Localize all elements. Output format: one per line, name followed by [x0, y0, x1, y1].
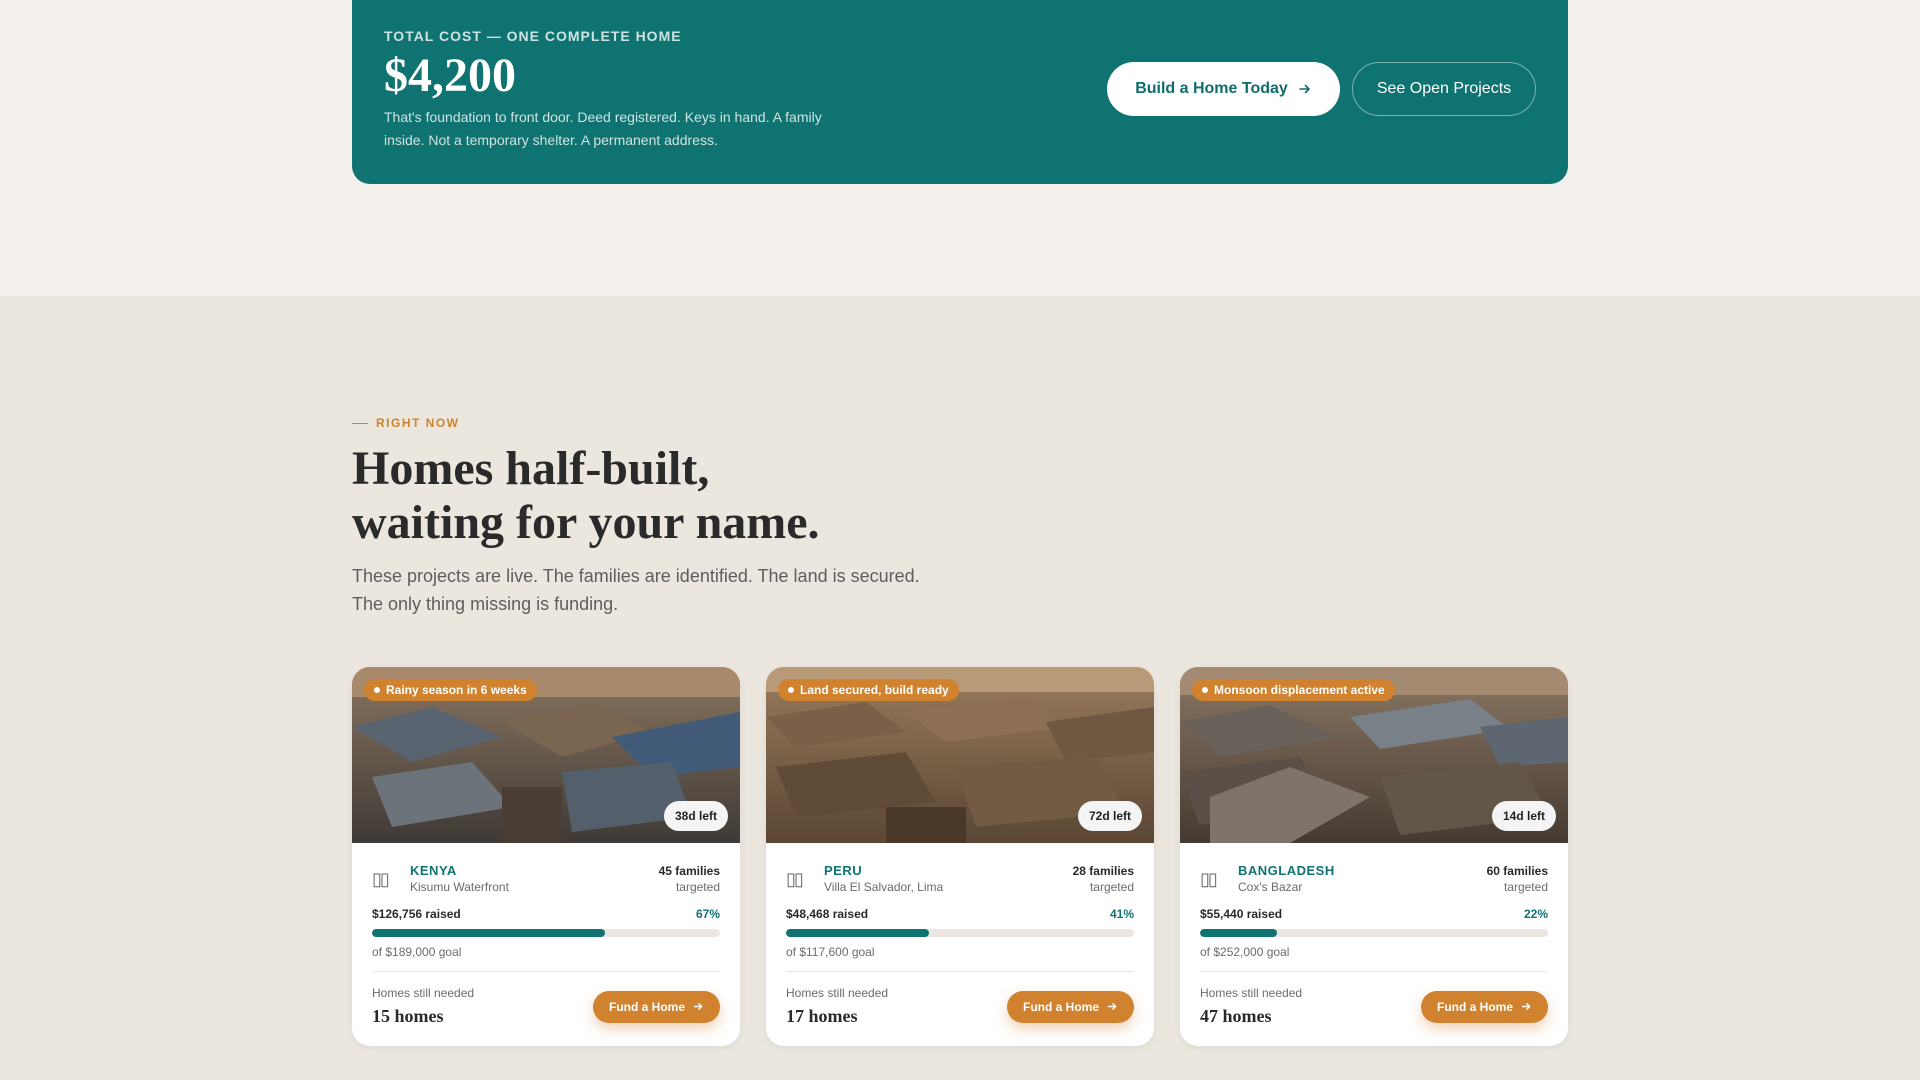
divider — [786, 971, 1134, 972]
raised-row: $126,756 raised 67% — [372, 907, 720, 921]
build-home-button[interactable]: Build a Home Today — [1107, 62, 1340, 116]
project-card-kenya[interactable]: Rainy season in 6 weeks 38d left ▯▯ KENY… — [352, 667, 740, 1046]
cost-cta-card: TOTAL COST — ONE COMPLETE HOME $4,200 Th… — [352, 0, 1568, 184]
location: BANGLADESH Cox's Bazar — [1238, 863, 1487, 894]
location-row: ▯▯ BANGLADESH Cox's Bazar 60 families ta… — [1200, 863, 1548, 895]
families-label: targeted — [1503, 880, 1548, 894]
fund-home-button[interactable]: Fund a Home — [1006, 990, 1134, 1023]
flag-icon: ▯▯ — [372, 869, 390, 889]
families-targeted: 28 families targeted — [1073, 863, 1134, 895]
flag-icon: ▯▯ — [786, 869, 804, 889]
location-row: ▯▯ KENYA Kisumu Waterfront 45 families t… — [372, 863, 720, 895]
families-label: targeted — [675, 880, 720, 894]
card-body: ▯▯ PERU Villa El Salvador, Lima 28 famil… — [766, 843, 1154, 1027]
country-name: KENYA — [410, 863, 457, 878]
raised-row: $48,468 raised 41% — [786, 907, 1134, 921]
cta-price: $4,200 — [384, 49, 516, 102]
raised-amount: $48,468 raised — [786, 907, 869, 921]
funded-percent: 41% — [1109, 907, 1134, 921]
card-body: ▯▯ BANGLADESH Cox's Bazar 60 families ta… — [1180, 843, 1568, 1027]
progress-bar — [1200, 929, 1548, 937]
subtext-line-1: These projects are live. The families ar… — [352, 566, 920, 586]
homes-needed: Homes still needed 17 homes — [786, 986, 888, 1027]
families-targeted: 60 families targeted — [1487, 863, 1548, 895]
homes-needed-label: Homes still needed — [372, 986, 475, 1000]
funded-percent: 67% — [695, 907, 720, 921]
arrow-right-icon — [1521, 1003, 1531, 1010]
card-body: ▯▯ KENYA Kisumu Waterfront 45 families t… — [352, 843, 740, 1027]
location: KENYA Kisumu Waterfront — [410, 863, 659, 894]
days-left-pill: 38d left — [663, 801, 728, 831]
arrow-right-icon — [1107, 1003, 1117, 1010]
families-targeted: 45 families targeted — [659, 863, 720, 895]
fund-home-label: Fund a Home — [1022, 999, 1099, 1014]
raised-amount: $55,440 raised — [1200, 907, 1283, 921]
raised-amount: $126,756 raised — [372, 907, 461, 921]
goal-amount: of $189,000 goal — [372, 945, 462, 959]
project-photo: Monsoon displacement active 14d left — [1180, 667, 1568, 843]
fund-home-button[interactable]: Fund a Home — [1420, 990, 1548, 1023]
days-left-pill: 72d left — [1077, 801, 1142, 831]
goal-amount: of $252,000 goal — [1200, 945, 1290, 959]
homes-needed-label: Homes still needed — [786, 986, 889, 1000]
progress-bar-fill — [372, 929, 606, 937]
days-left-pill: 14d left — [1491, 801, 1556, 831]
country-name: PERU — [824, 863, 863, 878]
subtext-line-2: The only thing missing is funding. — [352, 594, 619, 614]
project-card-bangladesh[interactable]: Monsoon displacement active 14d left ▯▯ … — [1180, 667, 1568, 1046]
fund-home-label: Fund a Home — [1436, 999, 1513, 1014]
homes-needed-label: Homes still needed — [1200, 986, 1303, 1000]
progress-bar-fill — [1200, 929, 1277, 937]
fund-home-label: Fund a Home — [608, 999, 685, 1014]
card-footer: Homes still needed 47 homes Fund a Home — [1200, 986, 1548, 1027]
homes-needed-value: 17 homes — [786, 1006, 858, 1026]
urgency-badge: Rainy season in 6 weeks — [364, 679, 537, 701]
section-headline: Homes half-built, waiting for your name. — [352, 442, 820, 550]
fund-home-button[interactable]: Fund a Home — [592, 990, 720, 1023]
families-label: targeted — [1089, 880, 1134, 894]
divider — [1200, 971, 1548, 972]
city-name: Villa El Salvador, Lima — [824, 880, 944, 894]
country-name: BANGLADESH — [1238, 863, 1335, 878]
homes-needed: Homes still needed 15 homes — [372, 986, 474, 1027]
cta-eyebrow: TOTAL COST — ONE COMPLETE HOME — [384, 28, 682, 44]
progress-bar — [786, 929, 1134, 937]
see-open-projects-button[interactable]: See Open Projects — [1352, 62, 1536, 116]
city-name: Kisumu Waterfront — [410, 880, 509, 894]
section-subtext: These projects are live. The families ar… — [352, 562, 952, 618]
homes-needed-value: 47 homes — [1200, 1006, 1272, 1026]
headline-line-2: waiting for your name. — [352, 496, 820, 549]
location: PERU Villa El Salvador, Lima — [824, 863, 1073, 894]
homes-needed-value: 15 homes — [372, 1006, 444, 1026]
arrow-right-icon — [1298, 84, 1310, 94]
flag-icon: ▯▯ — [1200, 869, 1218, 889]
urgency-badge: Land secured, build ready — [778, 679, 959, 701]
city-name: Cox's Bazar — [1238, 880, 1303, 894]
families-count: 60 families — [1486, 864, 1548, 878]
build-home-button-label: Build a Home Today — [1135, 80, 1288, 97]
card-footer: Homes still needed 15 homes Fund a Home — [372, 986, 720, 1027]
eyebrow-dash — [352, 422, 368, 424]
section-eyebrow-text: RIGHT NOW — [376, 416, 460, 430]
arrow-right-icon — [693, 1003, 703, 1010]
raised-row: $55,440 raised 22% — [1200, 907, 1548, 921]
see-open-projects-label: See Open Projects — [1376, 80, 1512, 97]
families-count: 45 families — [658, 864, 720, 878]
urgency-badge: Monsoon displacement active — [1192, 679, 1395, 701]
section-eyebrow: RIGHT NOW — [352, 416, 460, 430]
project-card-peru[interactable]: Land secured, build ready 72d left ▯▯ PE… — [766, 667, 1154, 1046]
headline-line-1: Homes half-built, — [352, 442, 710, 495]
progress-bar-fill — [786, 929, 929, 937]
funded-percent: 22% — [1523, 907, 1548, 921]
project-photo: Rainy season in 6 weeks 38d left — [352, 667, 740, 843]
cta-description: That's foundation to front door. Deed re… — [384, 109, 822, 148]
divider — [372, 971, 720, 972]
goal-amount: of $117,600 goal — [786, 945, 875, 959]
card-footer: Homes still needed 17 homes Fund a Home — [786, 986, 1134, 1027]
progress-bar — [372, 929, 720, 937]
location-row: ▯▯ PERU Villa El Salvador, Lima 28 famil… — [786, 863, 1134, 895]
homes-needed: Homes still needed 47 homes — [1200, 986, 1302, 1027]
project-photo: Land secured, build ready 72d left — [766, 667, 1154, 843]
families-count: 28 families — [1072, 864, 1134, 878]
